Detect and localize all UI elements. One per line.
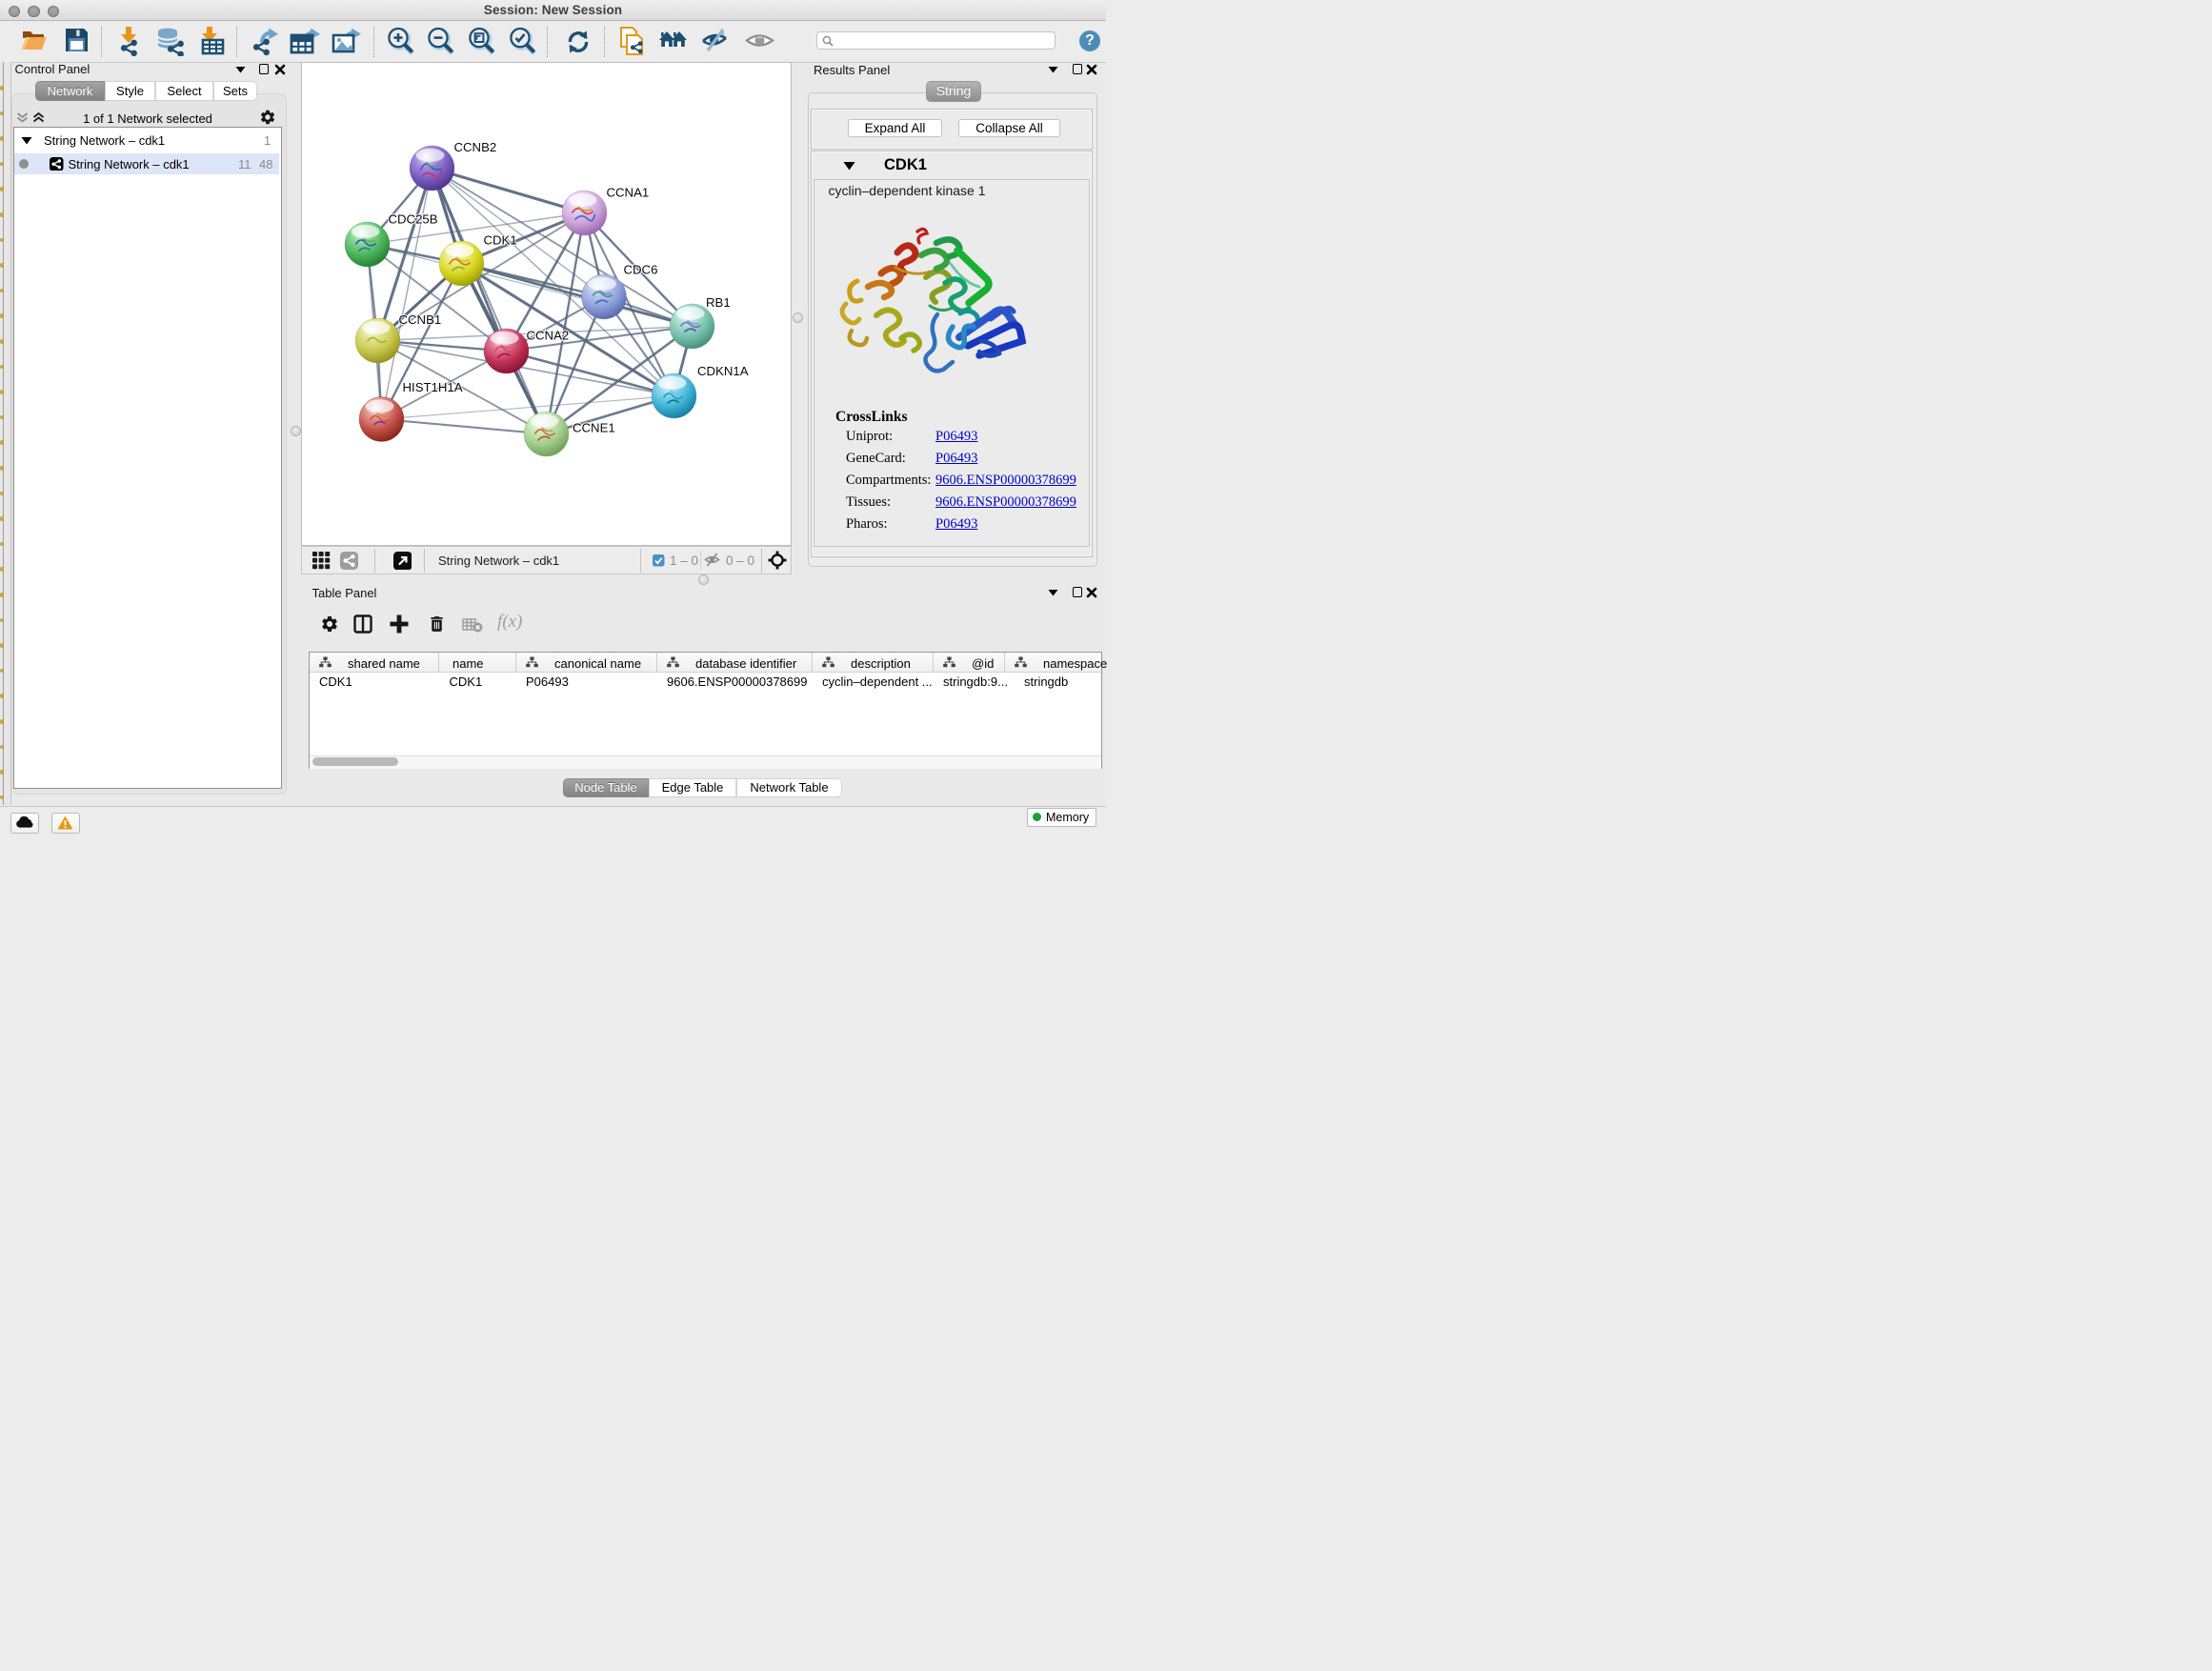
svg-text:CCNB1: CCNB1 — [398, 312, 441, 327]
svg-text:CDKN1A: CDKN1A — [697, 364, 749, 378]
svg-text:RB1: RB1 — [706, 295, 731, 310]
svg-text:CCNA2: CCNA2 — [526, 329, 569, 343]
svg-text:CDC25B: CDC25B — [388, 212, 437, 227]
svg-text:HIST1H1A: HIST1H1A — [402, 380, 462, 394]
svg-text:CCNB2: CCNB2 — [453, 140, 496, 154]
svg-text:CDC6: CDC6 — [623, 263, 657, 277]
svg-text:CCNA1: CCNA1 — [606, 186, 649, 200]
svg-text:CDK1: CDK1 — [483, 233, 516, 248]
svg-text:CCNE1: CCNE1 — [573, 421, 615, 435]
